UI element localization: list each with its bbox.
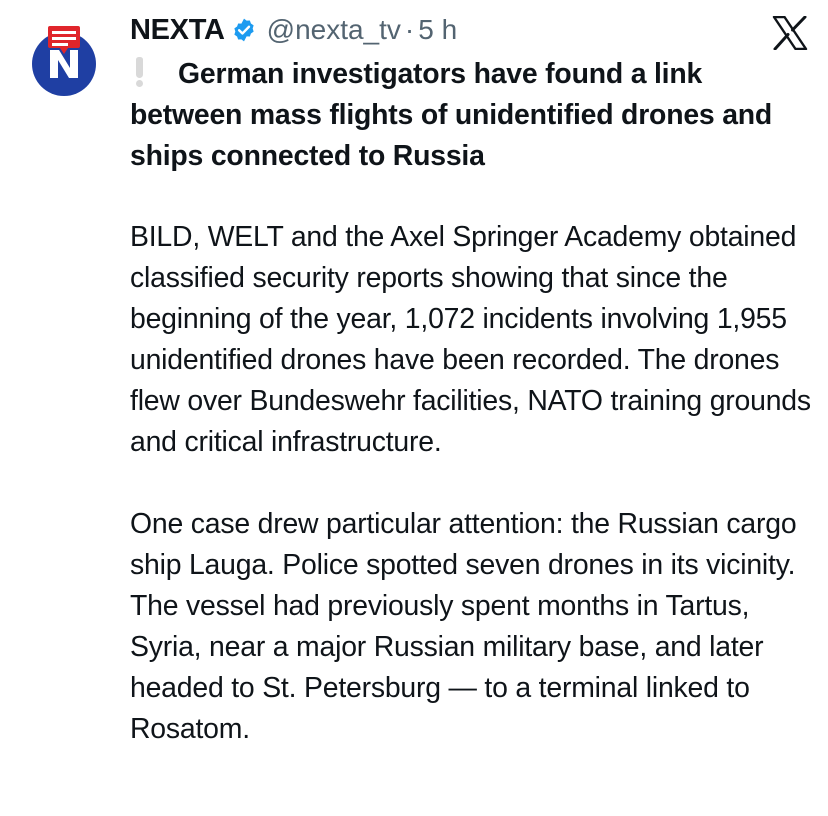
tweet-paragraph: BILD, WELT and the Axel Springer Academy… [130,221,811,458]
verified-badge-icon[interactable] [231,17,257,43]
nexta-logo-icon [20,16,108,104]
tweet-header: NEXTA @nexta_tv · 5 h [130,10,457,50]
exclamation-icon [134,57,144,87]
author-handle[interactable]: @nexta_tv [267,14,401,46]
tweet-card: NEXTA @nexta_tv · 5 h German investigato… [0,0,828,816]
tweet-paragraph: One case drew particular attention: the … [130,508,797,745]
post-time[interactable]: 5 h [418,14,457,46]
tweet-body: German investigators have found a link b… [130,54,820,750]
headline-text: German investigators have found a link b… [130,58,773,172]
tweet-headline: German investigators have found a link b… [130,54,820,177]
author-name[interactable]: NEXTA [130,14,225,47]
avatar[interactable] [20,16,108,104]
x-logo-icon[interactable] [772,15,808,51]
separator-dot: · [404,14,415,45]
